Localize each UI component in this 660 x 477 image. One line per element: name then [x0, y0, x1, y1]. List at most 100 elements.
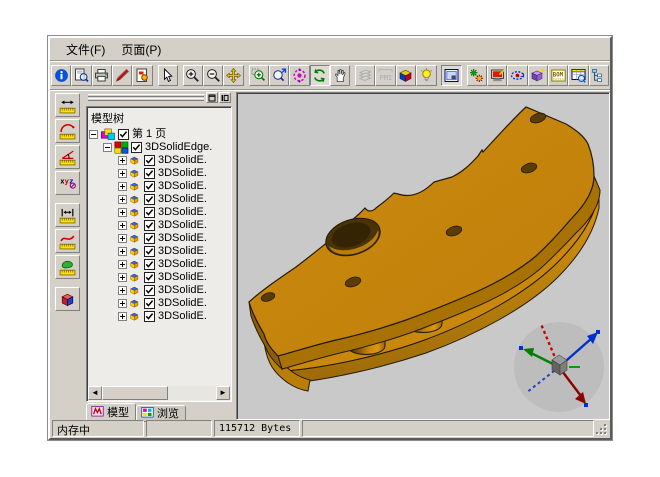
visibility-checkbox[interactable] — [144, 246, 155, 257]
expand-icon[interactable] — [118, 299, 127, 308]
visibility-checkbox[interactable] — [131, 142, 142, 153]
zoom-out-button[interactable] — [203, 65, 223, 86]
resize-grip[interactable] — [596, 420, 608, 437]
measure-distance-button[interactable] — [55, 203, 80, 227]
svg-text:PMI: PMI — [380, 74, 393, 82]
menu-item-0[interactable]: 文件(F) — [58, 39, 113, 60]
panel-gripper[interactable] — [88, 94, 204, 102]
hand-pan-button[interactable] — [330, 65, 350, 86]
expand-icon[interactable] — [118, 234, 127, 243]
tree-item[interactable]: 3DSolidE. — [87, 219, 231, 232]
render-monitor-button[interactable] — [487, 65, 507, 86]
part-tree-icon — [129, 297, 142, 310]
nav-ball[interactable] — [514, 322, 604, 412]
print-preview-button[interactable] — [71, 65, 91, 86]
scroll-thumb[interactable] — [102, 386, 168, 400]
zoom-in-icon — [185, 68, 200, 83]
tree-horizontal-scrollbar[interactable]: ◄ ► — [88, 386, 230, 400]
rotate-center-button[interactable] — [289, 65, 309, 86]
part-tree-icon — [129, 206, 142, 219]
markup-pen-button[interactable] — [112, 65, 132, 86]
export-page-button[interactable] — [132, 65, 152, 86]
tree-item[interactable]: 3DSolidE. — [87, 258, 231, 271]
scroll-left-button[interactable]: ◄ — [88, 386, 102, 400]
expand-icon[interactable] — [118, 260, 127, 269]
spin-button[interactable] — [310, 65, 330, 86]
zoom-window-button[interactable] — [249, 65, 269, 86]
expand-icon[interactable] — [118, 195, 127, 204]
tree-item[interactable]: 3DSolidE. — [87, 284, 231, 297]
bom-button[interactable]: BOM — [548, 65, 568, 86]
tree-item[interactable]: 3DSolidE. — [87, 271, 231, 284]
measure-coordinate-button[interactable]: xyz — [55, 171, 80, 195]
measure-angle-button[interactable] — [55, 145, 80, 169]
viewport-frame-button[interactable] — [441, 65, 461, 86]
info-button[interactable] — [51, 65, 71, 86]
print-button[interactable] — [92, 65, 112, 86]
visibility-checkbox[interactable] — [144, 311, 155, 322]
measure-radius-button[interactable] — [55, 119, 80, 143]
pan-arrows-button[interactable] — [223, 65, 243, 86]
measure-curve-button[interactable] — [55, 229, 80, 253]
tree-list-button[interactable] — [589, 65, 609, 86]
tree-item-label: 3DSolidE. — [158, 258, 207, 271]
expand-icon[interactable] — [118, 247, 127, 256]
expand-icon[interactable] — [118, 156, 127, 165]
visibility-checkbox[interactable] — [144, 181, 155, 192]
collapse-icon[interactable] — [89, 130, 98, 139]
tree-item[interactable]: 3DSolidE. — [87, 193, 231, 206]
animate-rotate-button[interactable] — [507, 65, 527, 86]
tree-item[interactable]: 3DSolidE. — [87, 206, 231, 219]
tree-item[interactable]: 3DSolidE. — [87, 245, 231, 258]
gears-button[interactable] — [467, 65, 487, 86]
panel-maximize-button[interactable] — [206, 92, 218, 103]
expand-icon[interactable] — [118, 273, 127, 282]
expand-icon[interactable] — [118, 208, 127, 217]
tree-item[interactable]: 3DSolidE. — [87, 180, 231, 193]
measure-volume-button[interactable] — [55, 287, 80, 311]
light-icon — [419, 68, 434, 83]
tree-item[interactable]: 3DSolidE. — [87, 232, 231, 245]
visibility-checkbox[interactable] — [144, 233, 155, 244]
light-button[interactable] — [416, 65, 436, 86]
measure-length-button[interactable] — [55, 93, 80, 117]
view-cube-button[interactable] — [396, 65, 416, 86]
visibility-checkbox[interactable] — [144, 298, 155, 309]
tree-item-label: 3DSolidE. — [158, 154, 207, 167]
visibility-checkbox[interactable] — [144, 168, 155, 179]
visibility-checkbox[interactable] — [144, 194, 155, 205]
expand-icon[interactable] — [118, 312, 127, 321]
tree-item[interactable]: 3DSolidE. — [87, 310, 231, 323]
explode-button[interactable] — [528, 65, 548, 86]
expand-icon[interactable] — [118, 169, 127, 178]
tree-item[interactable]: 3DSolidE. — [87, 167, 231, 180]
scroll-right-button[interactable]: ► — [216, 386, 230, 400]
panel-header[interactable] — [86, 92, 232, 105]
part-tree-icon — [129, 245, 142, 258]
tree-item[interactable]: 第 1 页 — [87, 128, 231, 141]
visibility-checkbox[interactable] — [144, 259, 155, 270]
visibility-checkbox[interactable] — [144, 155, 155, 166]
measure-area-button[interactable] — [55, 255, 80, 279]
visibility-checkbox[interactable] — [144, 220, 155, 231]
tree-item[interactable]: 3DSolidEdge. — [87, 141, 231, 154]
visibility-checkbox[interactable] — [144, 207, 155, 218]
zoom-in-button[interactable] — [183, 65, 203, 86]
collapse-icon[interactable] — [103, 143, 112, 152]
menu-item-1[interactable]: 页面(P) — [113, 39, 169, 60]
select-cursor-button[interactable] — [158, 65, 178, 86]
report-table-button[interactable] — [568, 65, 588, 86]
expand-icon[interactable] — [118, 286, 127, 295]
3d-viewport[interactable] — [236, 92, 610, 420]
scroll-track[interactable] — [168, 386, 216, 400]
visibility-checkbox[interactable] — [144, 285, 155, 296]
tree-item[interactable]: 3DSolidE. — [87, 154, 231, 167]
expand-icon[interactable] — [118, 221, 127, 230]
visibility-checkbox[interactable] — [144, 272, 155, 283]
panel-hide-button[interactable] — [219, 92, 231, 103]
orbit-button[interactable] — [269, 65, 289, 86]
visibility-checkbox[interactable] — [118, 129, 129, 140]
tree-item[interactable]: 3DSolidE. — [87, 297, 231, 310]
expand-icon[interactable] — [118, 182, 127, 191]
part-tree-icon — [129, 310, 142, 323]
